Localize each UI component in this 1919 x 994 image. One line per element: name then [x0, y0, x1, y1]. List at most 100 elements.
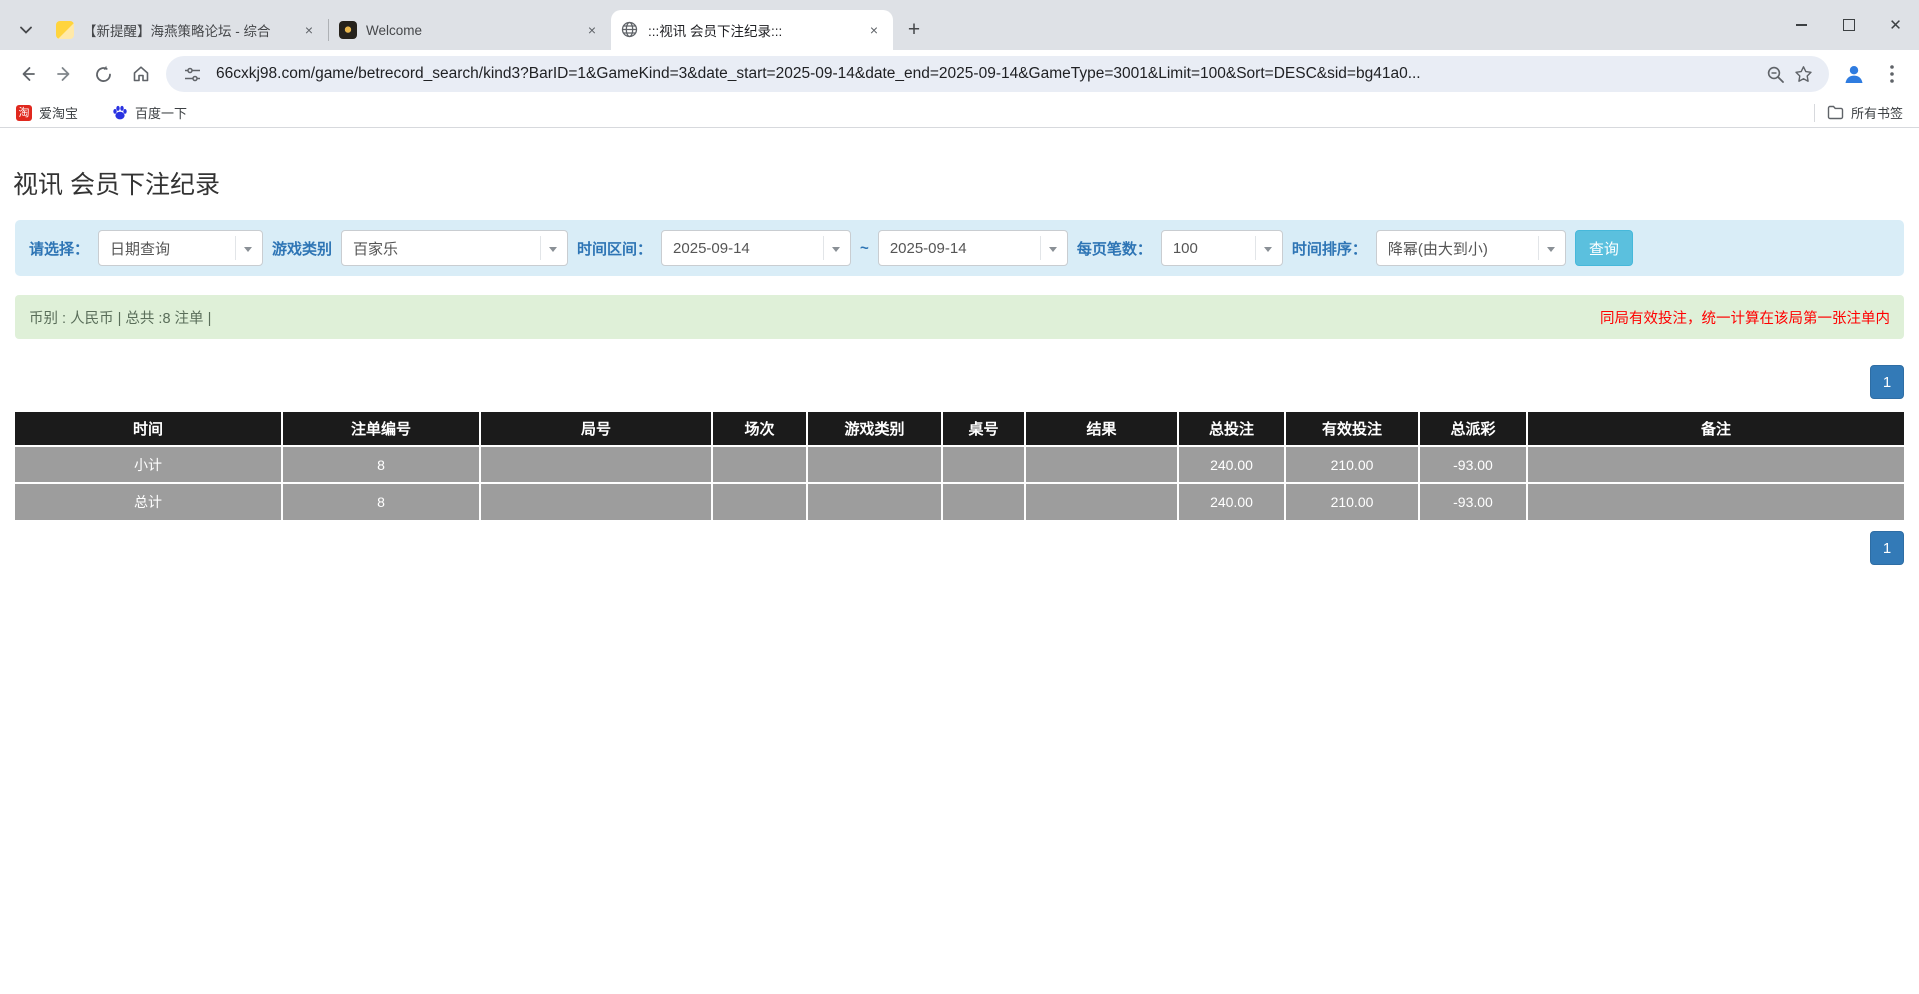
zoom-icon[interactable]: [1761, 60, 1789, 88]
browser-tab-welcome[interactable]: Welcome ×: [329, 10, 611, 50]
taobao-icon: 淘: [16, 105, 32, 121]
filter-panel: 请选择： 日期查询 游戏类别 百家乐 时间区间： 2025-09-14 ~ 20…: [15, 220, 1904, 276]
browser-window: 【新提醒】海燕策略论坛 - 综合 × Welcome × :::视讯 会员下注纪…: [0, 0, 1919, 128]
footer-empty-cell: [942, 446, 1025, 483]
table-footer-row: 小计8 240.00210.00-93.00: [15, 446, 1904, 483]
forward-button[interactable]: [46, 55, 84, 93]
browser-toolbar: 66cxkj98.com/game/betrecord_search/kind3…: [0, 50, 1919, 98]
page-title: 视讯 会员下注纪录: [13, 165, 1919, 201]
bet-records-table: 时间注单编号局号场次游戏类别桌号结果总投注有效投注总派彩备注 小计8 240.00…: [15, 412, 1904, 520]
footer-empty-cell: [942, 483, 1025, 520]
bookmark-baidu[interactable]: 百度一下: [108, 101, 191, 125]
footer-empty-cell: [1527, 483, 1904, 520]
bookmark-label: 爱淘宝: [39, 103, 78, 122]
table-header-row: 时间注单编号局号场次游戏类别桌号结果总投注有效投注总派彩备注: [15, 412, 1904, 446]
column-header: 桌号: [942, 412, 1025, 446]
browser-tab-forum[interactable]: 【新提醒】海燕策略论坛 - 综合 ×: [46, 10, 328, 50]
column-header: 时间: [15, 412, 282, 446]
folder-icon: [1827, 105, 1844, 120]
footer-total-bet-cell: 240.00: [1178, 446, 1285, 483]
tab-close-icon[interactable]: ×: [865, 21, 883, 39]
url-text[interactable]: 66cxkj98.com/game/betrecord_search/kind3…: [216, 65, 1761, 83]
footer-empty-cell: [480, 446, 712, 483]
currency-total-text: 币别 : 人民币 | 总共 :8 注单 |: [29, 307, 211, 328]
footer-empty-cell: [712, 446, 807, 483]
game-kind-label: 游戏类别: [272, 238, 332, 259]
game-kind-dropdown[interactable]: 百家乐: [341, 230, 568, 266]
footer-label-cell: 小计: [15, 446, 282, 483]
footer-count-cell: 8: [282, 446, 480, 483]
footer-payout-cell: -93.00: [1419, 446, 1527, 483]
column-header: 游戏类别: [807, 412, 942, 446]
valid-bet-notice: 同局有效投注，统一计算在该局第一张注单内: [1600, 307, 1890, 328]
game-kind-value: 百家乐: [353, 238, 398, 259]
footer-empty-cell: [807, 483, 942, 520]
address-bar[interactable]: 66cxkj98.com/game/betrecord_search/kind3…: [166, 56, 1829, 92]
date-start-dropdown[interactable]: 2025-09-14: [661, 230, 851, 266]
column-header: 局号: [480, 412, 712, 446]
minimize-button[interactable]: [1778, 0, 1825, 50]
tab-search-button[interactable]: [6, 10, 46, 50]
footer-total-bet-cell: 240.00: [1178, 483, 1285, 520]
bookmark-star-icon[interactable]: [1789, 60, 1817, 88]
reload-icon: [94, 65, 113, 84]
pagination-bottom: 1: [15, 531, 1904, 565]
table-footer-row: 总计8240.00210.00-93.00: [15, 483, 1904, 520]
forward-arrow-icon: [55, 64, 75, 84]
footer-valid-bet-cell: 210.00: [1285, 483, 1419, 520]
browser-tab-betrecord[interactable]: :::视讯 会员下注纪录::: ×: [611, 10, 893, 50]
summary-bar: 币别 : 人民币 | 总共 :8 注单 | 同局有效投注，统一计算在该局第一张注…: [15, 295, 1904, 339]
maximize-button[interactable]: [1825, 0, 1872, 50]
date-range-label: 时间区间：: [577, 238, 652, 259]
site-settings-icon[interactable]: [178, 60, 206, 88]
column-header: 有效投注: [1285, 412, 1419, 446]
footer-empty-cell: [712, 483, 807, 520]
tab-strip: 【新提醒】海燕策略论坛 - 综合 × Welcome × :::视讯 会员下注纪…: [0, 0, 1919, 50]
window-close-button[interactable]: ✕: [1872, 0, 1919, 50]
range-separator: ~: [860, 240, 869, 257]
date-start-value: 2025-09-14: [673, 240, 750, 257]
query-type-value: 日期查询: [110, 238, 170, 259]
per-page-value: 100: [1173, 240, 1198, 257]
per-page-label: 每页笔数：: [1077, 238, 1152, 259]
forum-favicon-icon: [56, 21, 74, 39]
sort-dropdown[interactable]: 降幂(由大到小): [1376, 230, 1566, 266]
browser-menu-button[interactable]: [1873, 55, 1911, 93]
welcome-favicon-icon: [339, 21, 357, 39]
query-button[interactable]: 查询: [1575, 230, 1633, 266]
profile-avatar[interactable]: [1835, 55, 1873, 93]
column-header: 场次: [712, 412, 807, 446]
bookmarks-bar: 淘 爱淘宝 百度一下 所有书签: [0, 98, 1919, 128]
footer-label-cell: 总计: [15, 483, 282, 520]
window-controls: ✕: [1778, 0, 1919, 50]
date-end-dropdown[interactable]: 2025-09-14: [878, 230, 1068, 266]
baidu-paw-icon: [112, 105, 128, 121]
all-bookmarks-label: 所有书签: [1851, 103, 1903, 122]
footer-valid-bet-cell: 210.00: [1285, 446, 1419, 483]
column-header: 总投注: [1178, 412, 1285, 446]
per-page-dropdown[interactable]: 100: [1161, 230, 1283, 266]
reload-button[interactable]: [84, 55, 122, 93]
tab-close-icon[interactable]: ×: [300, 21, 318, 39]
footer-count-cell: 8: [282, 483, 480, 520]
footer-empty-cell: [1025, 483, 1178, 520]
column-header: 注单编号: [282, 412, 480, 446]
date-end-value: 2025-09-14: [890, 240, 967, 257]
all-bookmarks-button[interactable]: 所有书签: [1823, 103, 1907, 122]
tab-close-icon[interactable]: ×: [583, 21, 601, 39]
page-1-button[interactable]: 1: [1870, 531, 1904, 565]
tab-title: 【新提醒】海燕策略论坛 - 综合: [83, 20, 300, 40]
betrecord-page: 视讯 会员下注纪录 请选择： 日期查询 游戏类别 百家乐 时间区间： 2025-…: [0, 165, 1919, 565]
back-button[interactable]: [8, 55, 46, 93]
home-icon: [131, 64, 151, 84]
sort-label: 时间排序：: [1292, 238, 1367, 259]
bookmark-label: 百度一下: [135, 103, 187, 122]
query-type-dropdown[interactable]: 日期查询: [98, 230, 263, 266]
globe-favicon-icon: [621, 21, 639, 39]
chevron-down-icon: [20, 26, 32, 34]
bookmark-aitaobao[interactable]: 淘 爱淘宝: [12, 101, 82, 125]
column-header: 备注: [1527, 412, 1904, 446]
new-tab-button[interactable]: +: [899, 15, 929, 45]
page-1-button[interactable]: 1: [1870, 365, 1904, 399]
home-button[interactable]: [122, 55, 160, 93]
